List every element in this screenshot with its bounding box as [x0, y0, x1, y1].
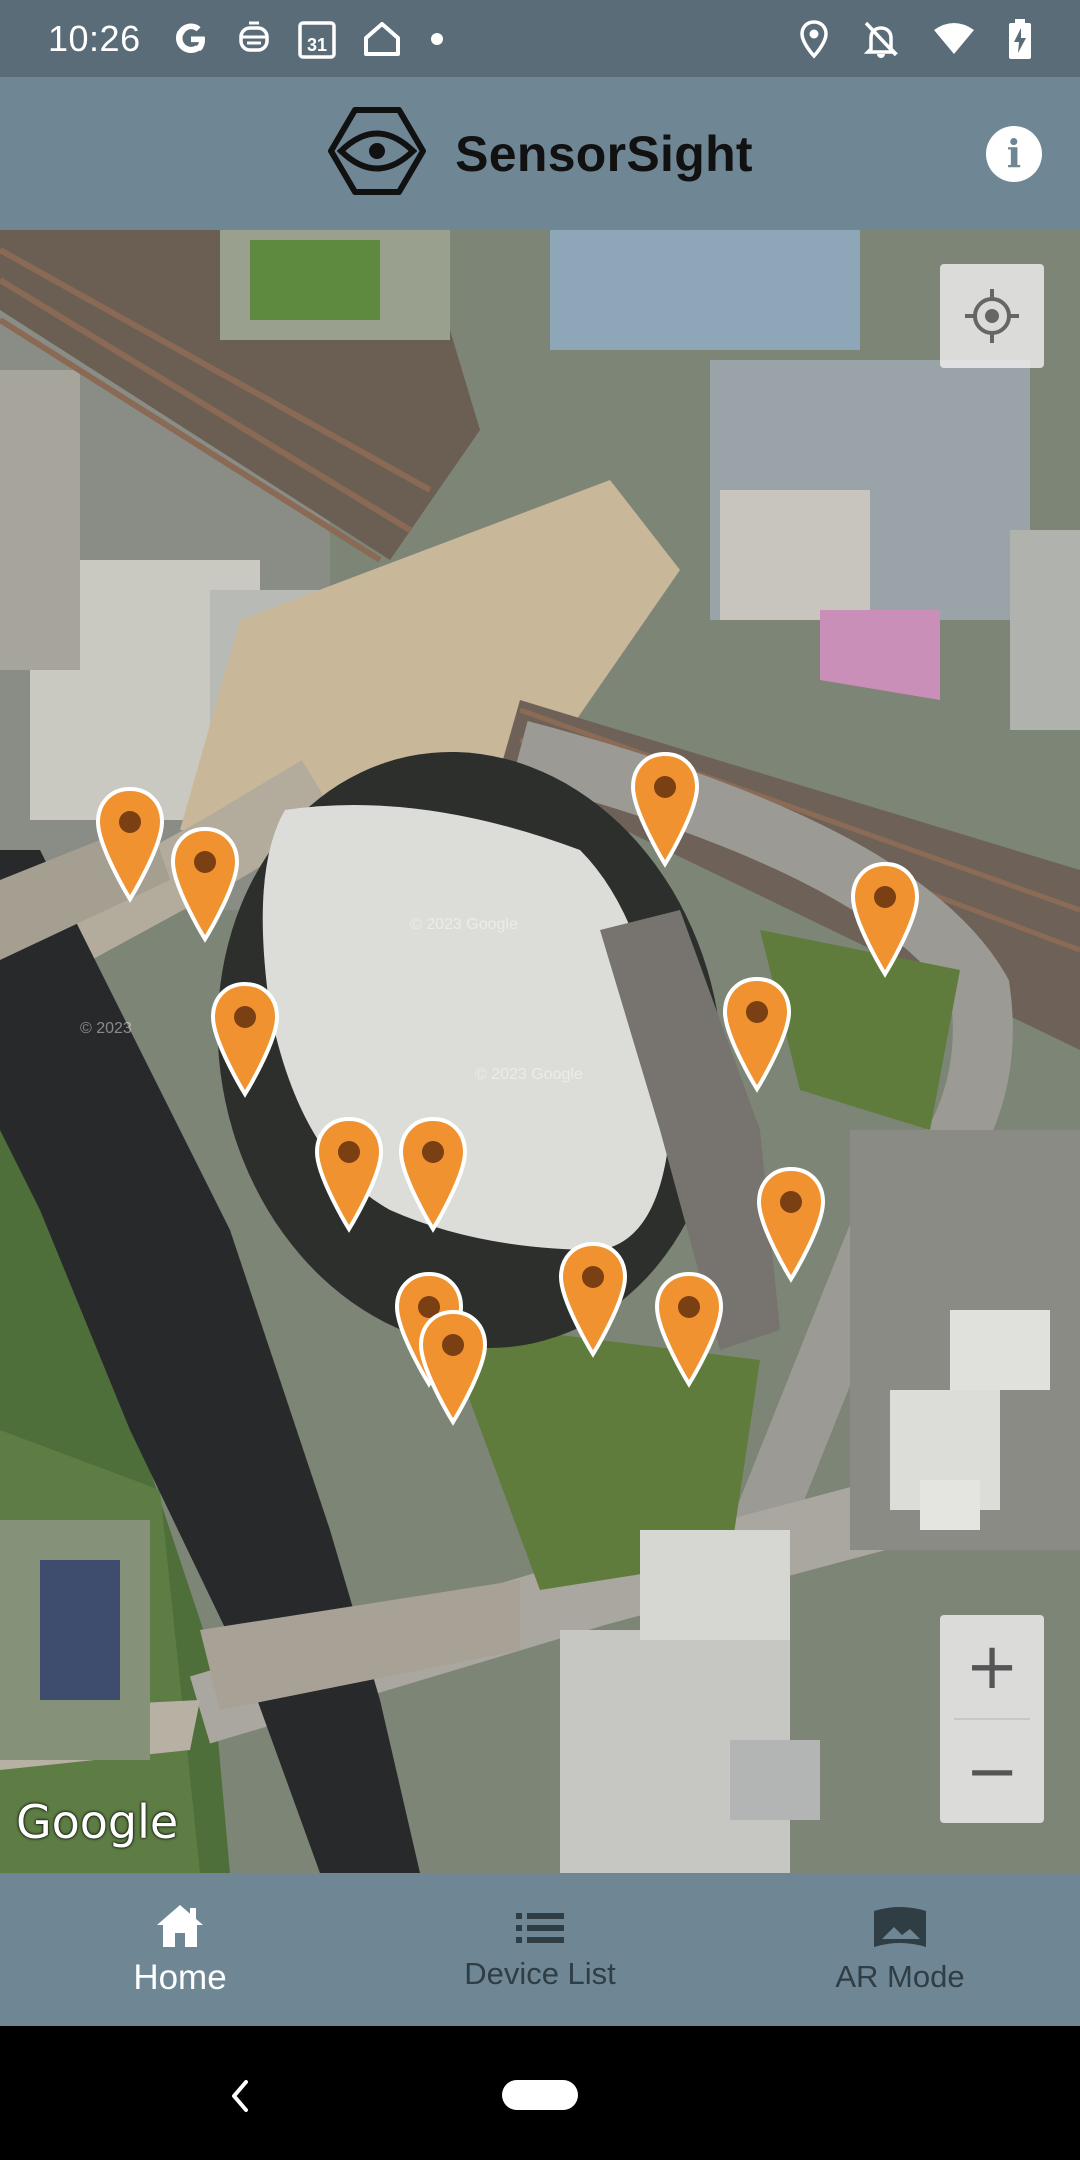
- status-notification-icons: 31: [171, 18, 447, 60]
- landscape-icon: [874, 1906, 926, 1947]
- map-watermark: © 2023 Google: [410, 916, 518, 933]
- info-icon: i: [1006, 131, 1022, 176]
- calendar-icon: 31: [297, 18, 337, 60]
- nav-label-home: Home: [133, 1957, 227, 1997]
- sensor-marker[interactable]: [168, 825, 242, 943]
- nav-label-ar-mode: AR Mode: [835, 1958, 965, 1994]
- status-system-icons: [798, 18, 1032, 60]
- map-watermark: © 2023: [80, 1020, 132, 1037]
- status-time: 10:26: [48, 17, 141, 59]
- sensor-marker[interactable]: [652, 1270, 726, 1388]
- sensor-marker[interactable]: [312, 1115, 386, 1233]
- system-navigation-bar: [0, 2026, 1080, 2160]
- nav-item-home[interactable]: Home: [0, 1873, 360, 2026]
- sensor-marker[interactable]: [628, 750, 702, 868]
- home-icon: [363, 21, 401, 57]
- assistant-icon: [237, 20, 271, 58]
- app-bar: SensorSight i: [0, 77, 1080, 230]
- sensor-marker[interactable]: [208, 980, 282, 1098]
- location-icon: [798, 19, 830, 59]
- sensor-marker[interactable]: [720, 975, 794, 1093]
- eye-logo-icon: [327, 106, 427, 201]
- crosshair-icon: [965, 289, 1019, 343]
- status-bar: 10:26 31: [0, 0, 1080, 77]
- google-icon: [171, 19, 211, 59]
- sensor-marker[interactable]: [754, 1165, 828, 1283]
- screen: 10:26 31 SensorSight i © 2023 Google © 2…: [0, 0, 1080, 2160]
- sensor-marker[interactable]: [396, 1115, 470, 1233]
- map-watermark: © 2023 Google: [475, 1066, 583, 1083]
- battery-charging-icon: [1008, 18, 1032, 60]
- satellite-imagery: [0, 230, 1080, 1873]
- home-gesture-pill[interactable]: [502, 2080, 578, 2110]
- dot-icon: [427, 29, 447, 49]
- home-icon: [157, 1904, 203, 1947]
- sensor-marker[interactable]: [848, 860, 922, 978]
- wifi-icon: [932, 22, 976, 56]
- sensor-marker[interactable]: [416, 1308, 490, 1426]
- sensor-marker[interactable]: [93, 785, 167, 903]
- app-title: SensorSight: [455, 125, 753, 182]
- brand: SensorSight: [327, 106, 753, 201]
- my-location-button[interactable]: [940, 264, 1044, 368]
- list-icon: [516, 1912, 564, 1943]
- map-view[interactable]: © 2023 Google © 2023 Google © 2023 + − G…: [0, 230, 1080, 1873]
- sensor-marker[interactable]: [556, 1240, 630, 1358]
- zoom-in-button[interactable]: +: [940, 1615, 1044, 1718]
- google-attribution: Google: [16, 1795, 179, 1849]
- nav-label-device-list: Device List: [464, 1955, 616, 1991]
- back-icon[interactable]: [226, 2076, 252, 2116]
- nav-item-device-list[interactable]: Device List: [360, 1873, 720, 2026]
- nav-item-ar-mode[interactable]: AR Mode: [720, 1873, 1080, 2026]
- svg-text:31: 31: [307, 35, 327, 55]
- zoom-out-button[interactable]: −: [940, 1720, 1044, 1823]
- notifications-off-icon: [862, 19, 900, 59]
- bottom-navigation: Home Device List AR Mode: [0, 1873, 1080, 2026]
- zoom-control: + −: [940, 1615, 1044, 1823]
- info-button[interactable]: i: [986, 125, 1042, 182]
